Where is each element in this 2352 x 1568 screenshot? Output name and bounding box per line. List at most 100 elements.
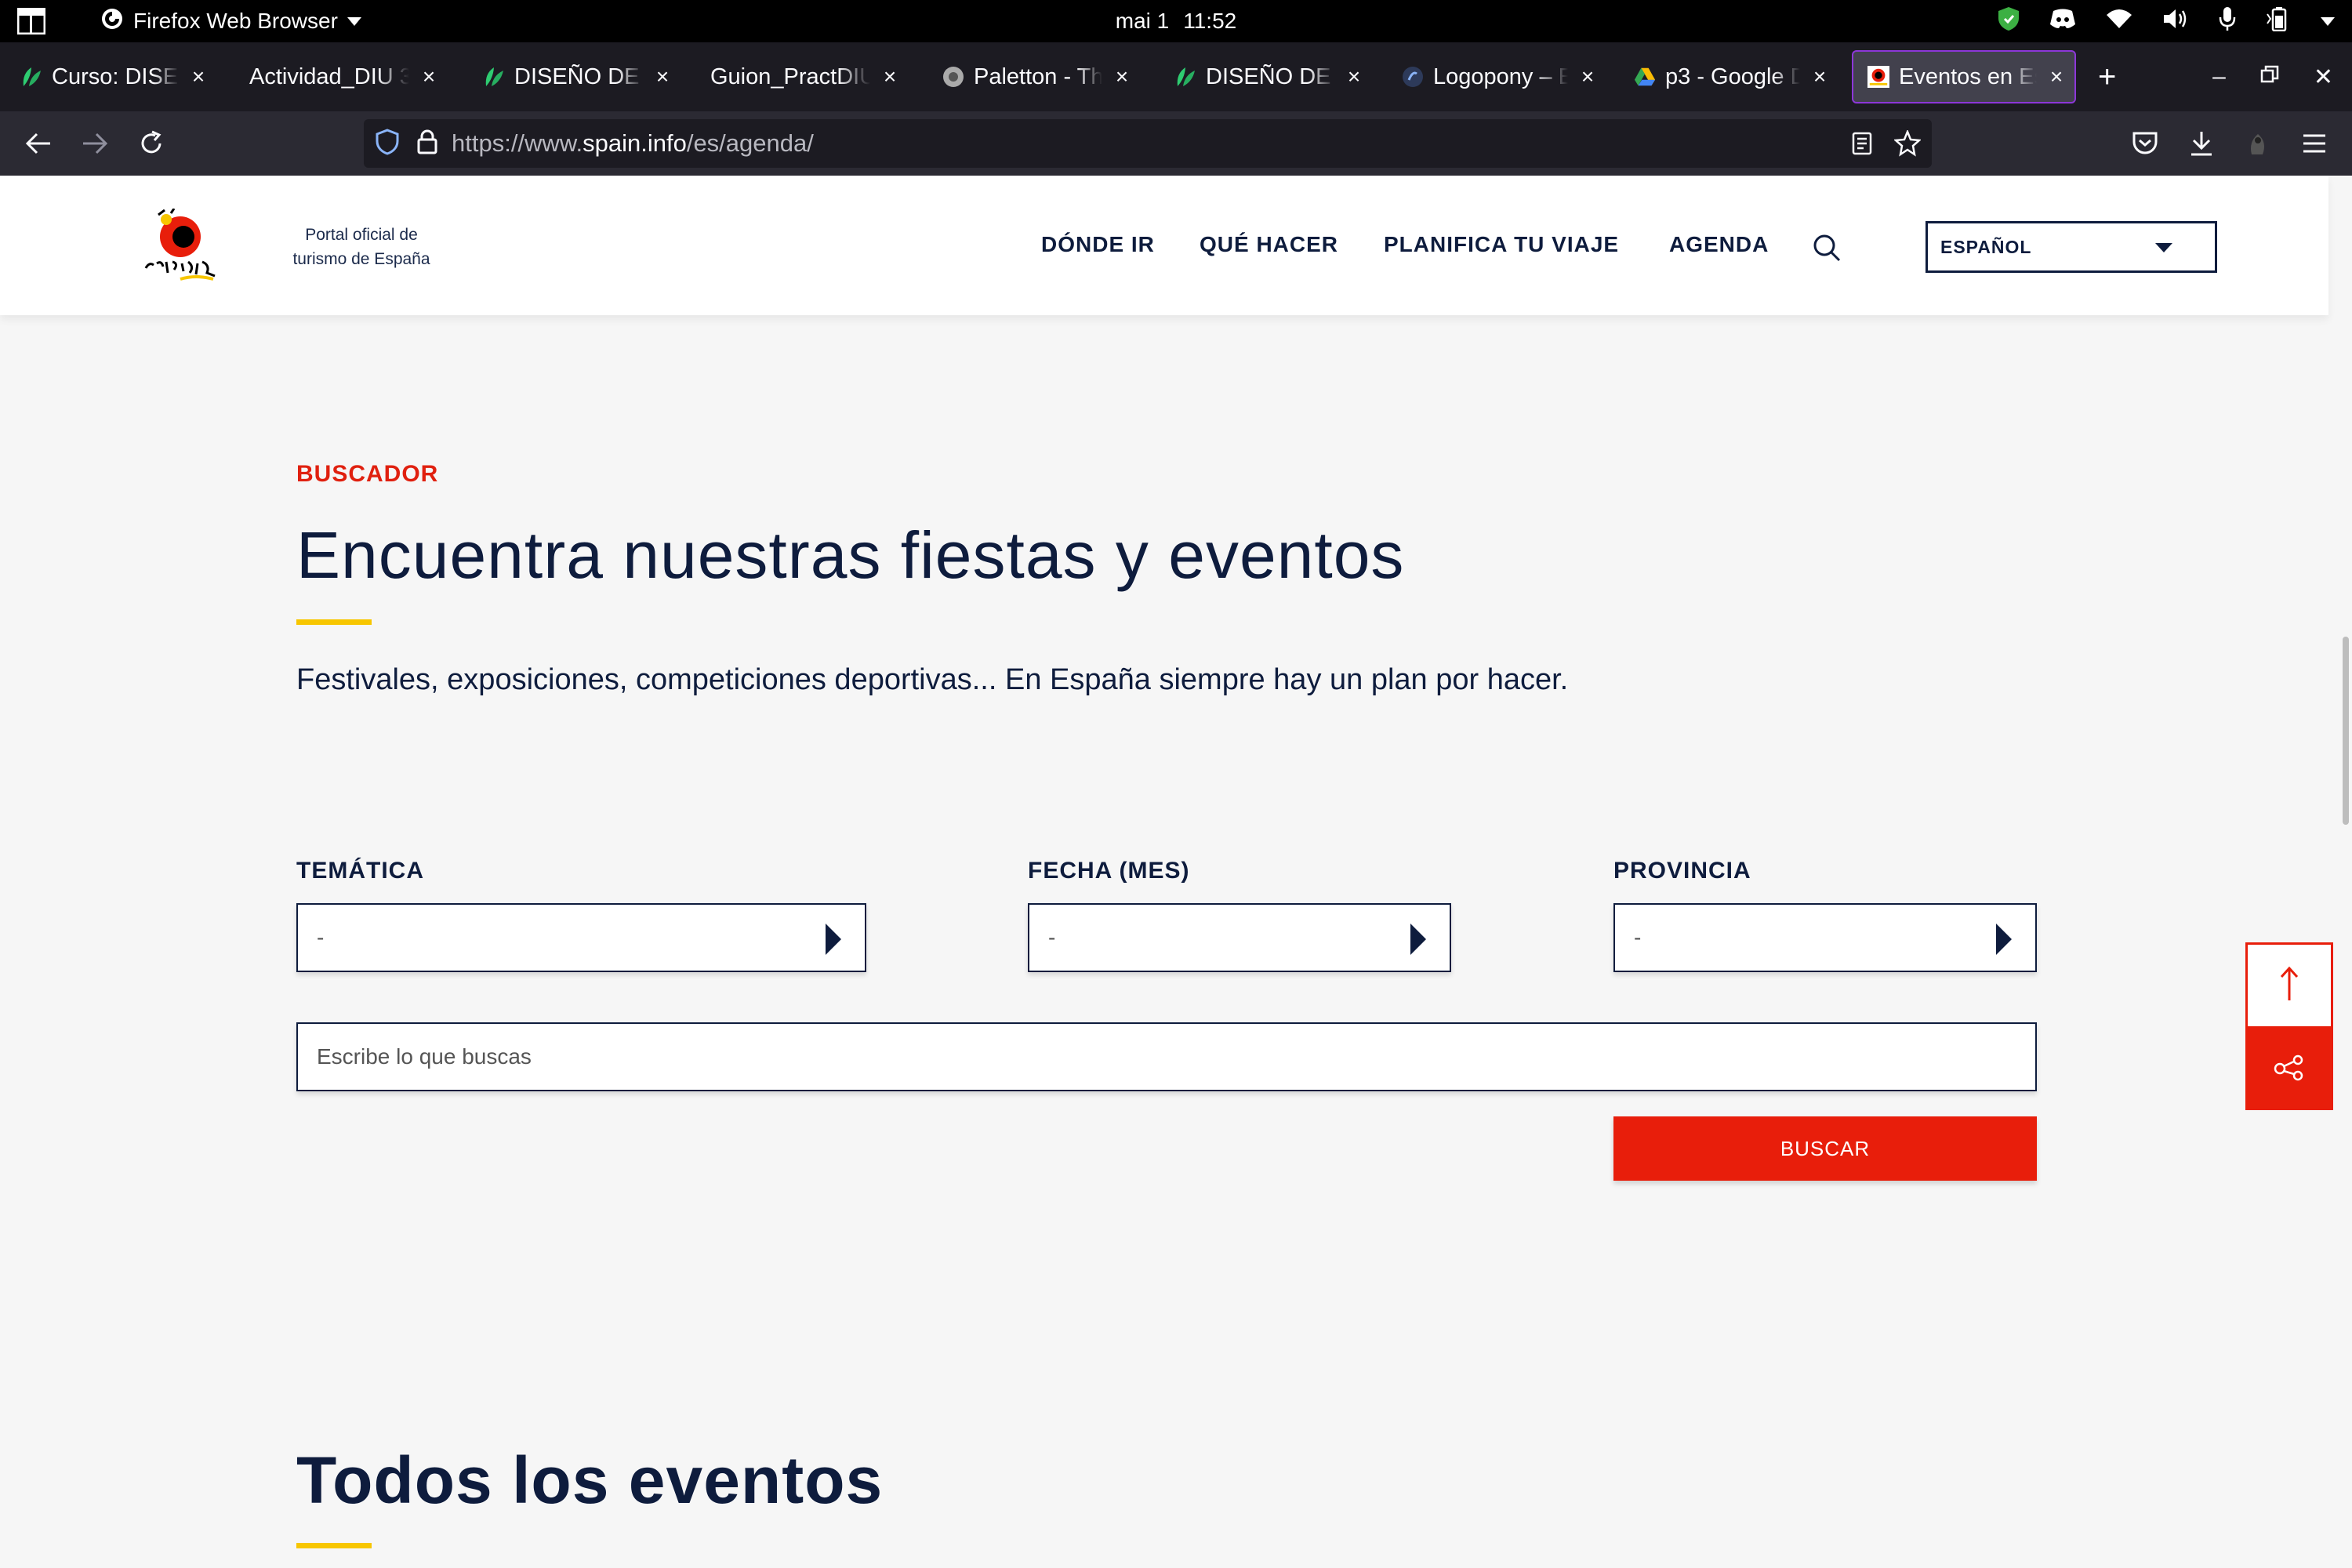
filter-select-provincia[interactable]: - xyxy=(1613,903,2037,972)
close-icon[interactable]: × xyxy=(652,64,673,89)
discord-icon[interactable] xyxy=(2049,9,2076,34)
section-eyebrow: BUSCADOR xyxy=(296,461,439,487)
system-tray[interactable] xyxy=(1998,0,2335,42)
new-tab-button[interactable]: + xyxy=(2098,42,2116,111)
search-icon[interactable] xyxy=(1813,234,1841,266)
page-title: Encuentra nuestras fiestas y eventos xyxy=(296,518,1405,592)
logopony-icon xyxy=(1402,66,1424,88)
espana-logo[interactable] xyxy=(141,208,220,284)
nav-donde-ir[interactable]: DÓNDE IR xyxy=(1041,232,1155,257)
back-button[interactable] xyxy=(16,111,61,176)
close-icon[interactable]: × xyxy=(1577,64,1598,89)
hamburger-menu-icon[interactable] xyxy=(2292,111,2336,176)
language-select[interactable]: ESPAÑOL xyxy=(1926,221,2217,273)
volume-icon[interactable] xyxy=(2162,8,2189,35)
portal-tagline: Portal oficial de turismo de España xyxy=(279,223,444,271)
filter-select-fecha[interactable]: - xyxy=(1028,903,1451,972)
close-icon[interactable]: × xyxy=(1112,64,1132,89)
minimize-icon[interactable]: – xyxy=(2212,64,2226,90)
tab-logopony[interactable]: Logopony – E × xyxy=(1388,50,1606,103)
close-icon[interactable]: × xyxy=(1344,64,1364,89)
filter-select-tematica[interactable]: - xyxy=(296,903,866,972)
wifi-icon[interactable] xyxy=(2106,9,2132,34)
close-icon[interactable]: × xyxy=(880,64,900,89)
filter-value: - xyxy=(1048,925,1056,949)
section-title-todos: Todos los eventos xyxy=(296,1443,884,1517)
nav-planifica-tu-viaje[interactable]: PLANIFICA TU VIAJE xyxy=(1384,232,1619,257)
page-scrollbar[interactable] xyxy=(2343,637,2349,825)
section-underline xyxy=(296,1543,372,1548)
share-button[interactable] xyxy=(2245,1029,2333,1110)
tab-label: Curso: DISEÑO xyxy=(52,64,179,89)
extension-icon[interactable] xyxy=(2236,111,2280,176)
close-icon[interactable]: × xyxy=(188,64,209,89)
title-underline xyxy=(296,619,372,625)
language-value: ESPAÑOL xyxy=(1940,236,2032,257)
close-icon[interactable]: ✕ xyxy=(2314,64,2333,91)
tab-label: DISEÑO DE IN xyxy=(1206,64,1334,89)
tab-label: Logopony – E xyxy=(1433,64,1568,89)
chevron-down-icon[interactable] xyxy=(2321,16,2335,26)
microphone-icon[interactable] xyxy=(2219,6,2236,37)
pocket-icon[interactable] xyxy=(2123,111,2167,176)
caret-right-icon xyxy=(1410,924,1426,955)
tab-label: Eventos en Es xyxy=(1899,64,2037,89)
nav-que-hacer[interactable]: QUÉ HACER xyxy=(1200,232,1338,257)
paletton-icon xyxy=(942,66,964,88)
time-text: 11:52 xyxy=(1183,9,1237,33)
tab-actividad-diu[interactable]: Actividad_DIU 3 × xyxy=(235,50,447,103)
tab-google-drive[interactable]: p3 - Google D × xyxy=(1620,50,1838,103)
leaf-icon xyxy=(20,66,42,88)
url-text[interactable]: https://www.spain.info/es/agenda/ xyxy=(452,129,814,158)
tab-paletton[interactable]: Paletton - The × xyxy=(928,50,1140,103)
nav-agenda[interactable]: AGENDA xyxy=(1669,232,1769,257)
battery-icon[interactable] xyxy=(2266,6,2291,37)
tracking-shield-icon[interactable] xyxy=(375,128,400,159)
filter-value: - xyxy=(1634,925,1642,949)
portal-tagline-line1: Portal oficial de xyxy=(305,226,418,244)
reload-button[interactable] xyxy=(129,111,174,176)
bookmark-star-icon[interactable] xyxy=(1893,129,1922,161)
navigation-toolbar: https://www.spain.info/es/agenda/ xyxy=(0,111,2352,176)
date-text: mai 1 xyxy=(1115,9,1170,33)
tab-label: Paletton - The xyxy=(974,64,1102,89)
tab-label: Guion_PractDIU_ xyxy=(710,64,870,89)
filter-label-fecha: FECHA (MES) xyxy=(1028,858,1190,884)
tab-label: p3 - Google D xyxy=(1665,64,1800,89)
search-button[interactable]: BUSCAR xyxy=(1613,1116,2037,1181)
os-top-bar: Firefox Web Browser mai 1 11:52 xyxy=(0,0,2352,42)
google-drive-icon xyxy=(1634,66,1656,88)
tab-curso-diseno[interactable]: Curso: DISEÑO × xyxy=(6,50,216,103)
lock-icon[interactable] xyxy=(417,129,437,158)
leaf-icon xyxy=(483,66,505,88)
shield-icon[interactable] xyxy=(1998,6,2020,37)
tab-eventos-espana[interactable]: Eventos en Es × xyxy=(1852,50,2076,103)
caret-down-icon xyxy=(2155,243,2172,252)
tab-guion-practdiu[interactable]: Guion_PractDIU_ × xyxy=(696,50,908,103)
search-input[interactable] xyxy=(296,1022,2037,1091)
site-header: Portal oficial de turismo de España DÓND… xyxy=(0,176,2328,315)
lead-text: Festivales, exposiciones, competiciones … xyxy=(296,663,1569,696)
spain-logo-icon xyxy=(1867,66,1889,88)
close-icon[interactable]: × xyxy=(419,64,439,89)
tab-label: Actividad_DIU 3 xyxy=(249,64,409,89)
caret-right-icon xyxy=(826,924,841,955)
filter-value: - xyxy=(317,925,325,949)
window-controls: – ✕ xyxy=(2212,42,2352,111)
arrow-up-icon xyxy=(2279,966,2299,1006)
close-icon[interactable]: × xyxy=(2046,64,2067,89)
restore-icon[interactable] xyxy=(2260,64,2279,90)
scroll-to-top-button[interactable] xyxy=(2245,942,2333,1029)
portal-tagline-line2: turismo de España xyxy=(292,250,430,268)
close-icon[interactable]: × xyxy=(1809,64,1830,89)
caret-right-icon xyxy=(1996,924,2012,955)
forward-button[interactable] xyxy=(72,111,118,176)
tab-diseno-de-in-1[interactable]: DISEÑO DE IN × xyxy=(469,50,681,103)
tab-diseno-de-in-2[interactable]: DISEÑO DE IN × xyxy=(1160,50,1372,103)
share-icon xyxy=(2274,1054,2305,1085)
downloads-icon[interactable] xyxy=(2180,111,2223,176)
filter-label-provincia: PROVINCIA xyxy=(1613,858,1751,884)
reader-view-icon[interactable] xyxy=(1852,132,1872,159)
filter-label-tematica: TEMÁTICA xyxy=(296,858,424,884)
url-bar[interactable]: https://www.spain.info/es/agenda/ xyxy=(364,119,1932,168)
